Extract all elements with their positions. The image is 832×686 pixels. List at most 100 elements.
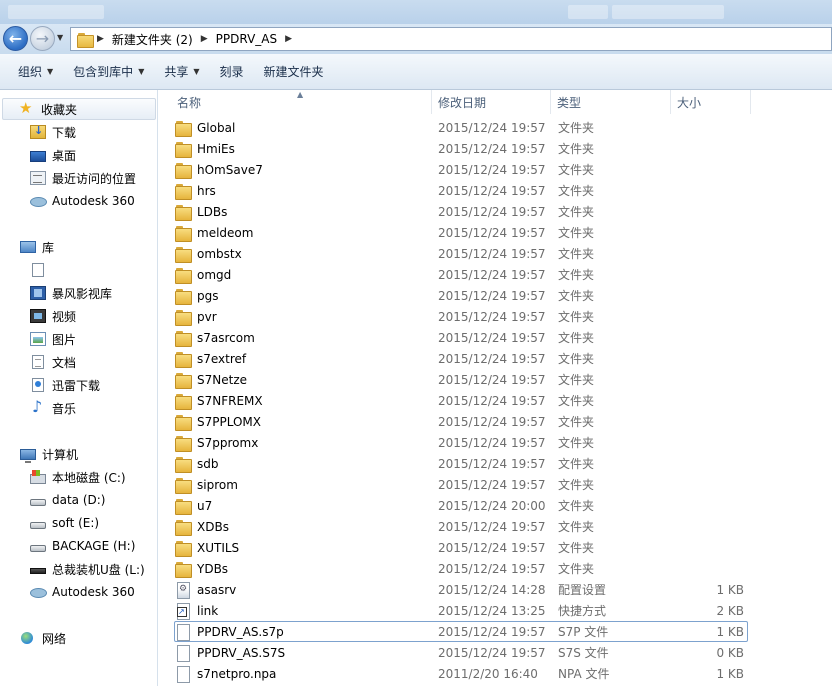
back-button[interactable]: ← bbox=[3, 26, 28, 51]
file-row[interactable]: s7extref 2015/12/24 19:57 文件夹 bbox=[159, 348, 832, 369]
file-name-cell[interactable]: siprom bbox=[175, 474, 430, 495]
share-menu[interactable]: 共享 ▼ bbox=[154, 59, 209, 85]
navigation-bar: ← → ▼ ▶ 新建文件夹 (2) ▶ PPDRV_AS ▶ bbox=[0, 24, 832, 54]
recent-pages-dropdown[interactable]: ▼ bbox=[57, 33, 67, 45]
file-row[interactable]: S7NFREMX 2015/12/24 19:57 文件夹 bbox=[159, 390, 832, 411]
sidebar-item-thunder-downloads[interactable]: 迅雷下载 bbox=[30, 374, 100, 396]
file-name-cell[interactable]: omgd bbox=[175, 264, 430, 285]
file-name-cell[interactable]: asasrv bbox=[175, 579, 430, 600]
sidebar-item-recent-places[interactable]: 最近访问的位置 bbox=[30, 167, 136, 189]
file-name-cell[interactable]: S7ppromx bbox=[175, 432, 430, 453]
file-row[interactable]: ombstx 2015/12/24 19:57 文件夹 bbox=[159, 243, 832, 264]
sidebar-item-drive-e[interactable]: soft (E:) bbox=[30, 512, 99, 534]
sidebar-item-pictures[interactable]: 图片 bbox=[30, 328, 76, 350]
file-name-cell[interactable]: meldeom bbox=[175, 222, 430, 243]
file-row[interactable]: LDBs 2015/12/24 19:57 文件夹 bbox=[159, 201, 832, 222]
include-in-library-menu[interactable]: 包含到库中 ▼ bbox=[63, 59, 154, 85]
file-name: PPDRV_AS.S7S bbox=[197, 645, 286, 660]
sidebar-item-downloads[interactable]: 下载 bbox=[30, 121, 76, 143]
sidebar-item-autodesk-360[interactable]: Autodesk 360 bbox=[30, 190, 135, 212]
sidebar-network-header[interactable]: 网络 bbox=[0, 627, 66, 649]
column-header-type[interactable]: 类型 bbox=[551, 90, 671, 114]
chevron-right-icon[interactable]: ▶ bbox=[199, 34, 210, 44]
sidebar-item-documents[interactable]: 文档 bbox=[30, 351, 76, 373]
chevron-right-icon[interactable]: ▶ bbox=[283, 34, 294, 44]
burn-button[interactable]: 刻录 bbox=[210, 59, 254, 85]
breadcrumb-parent[interactable]: 新建文件夹 (2) bbox=[106, 28, 199, 50]
file-row[interactable]: XDBs 2015/12/24 19:57 文件夹 bbox=[159, 516, 832, 537]
address-bar[interactable]: ▶ 新建文件夹 (2) ▶ PPDRV_AS ▶ bbox=[70, 27, 832, 51]
file-name-cell[interactable]: hOmSave7 bbox=[175, 159, 430, 180]
file-row[interactable]: PPDRV_AS.S7S 2015/12/24 19:57 S7S 文件 0 KB bbox=[159, 642, 832, 663]
file-row[interactable]: HmiEs 2015/12/24 19:57 文件夹 bbox=[159, 138, 832, 159]
sidebar-item-label: soft (E:) bbox=[52, 516, 100, 530]
file-type: 文件夹 bbox=[558, 163, 595, 177]
file-name-cell[interactable]: s7extref bbox=[175, 348, 430, 369]
forward-button[interactable]: → bbox=[30, 26, 55, 51]
file-row[interactable]: s7asrcom 2015/12/24 19:57 文件夹 bbox=[159, 327, 832, 348]
file-row[interactable]: asasrv 2015/12/24 14:28 配置设置 1 KB bbox=[159, 579, 832, 600]
file-name-cell[interactable]: XUTILS bbox=[175, 537, 430, 558]
file-name-cell[interactable]: LDBs bbox=[175, 201, 430, 222]
file-row[interactable]: meldeom 2015/12/24 19:57 文件夹 bbox=[159, 222, 832, 243]
sidebar-item-desktop[interactable]: 桌面 bbox=[30, 144, 76, 166]
file-row[interactable]: S7ppromx 2015/12/24 19:57 文件夹 bbox=[159, 432, 832, 453]
file-name-cell[interactable]: HmiEs bbox=[175, 138, 430, 159]
file-name-cell[interactable]: s7asrcom bbox=[175, 327, 430, 348]
file-row[interactable]: XUTILS 2015/12/24 19:57 文件夹 bbox=[159, 537, 832, 558]
sidebar-libraries-header[interactable]: 库 bbox=[0, 236, 54, 258]
file-row[interactable]: omgd 2015/12/24 19:57 文件夹 bbox=[159, 264, 832, 285]
file-row[interactable]: siprom 2015/12/24 19:57 文件夹 bbox=[159, 474, 832, 495]
file-name-cell[interactable]: S7PPLOMX bbox=[175, 411, 430, 432]
sidebar-item-autodesk-360-computer[interactable]: Autodesk 360 bbox=[30, 581, 135, 603]
organize-menu[interactable]: 组织 ▼ bbox=[8, 59, 63, 85]
address-folder-icon-crumb[interactable] bbox=[71, 28, 95, 50]
file-row[interactable]: hrs 2015/12/24 19:57 文件夹 bbox=[159, 180, 832, 201]
file-row[interactable]: S7PPLOMX 2015/12/24 19:57 文件夹 bbox=[159, 411, 832, 432]
file-name-cell[interactable]: link bbox=[175, 600, 430, 621]
file-row[interactable]: u7 2015/12/24 20:00 文件夹 bbox=[159, 495, 832, 516]
sidebar-item-drive-h[interactable]: BACKAGE (H:) bbox=[30, 535, 135, 557]
file-name-cell[interactable]: S7Netze bbox=[175, 369, 430, 390]
file-name-cell[interactable]: YDBs bbox=[175, 558, 430, 579]
file-row[interactable]: S7Netze 2015/12/24 19:57 文件夹 bbox=[159, 369, 832, 390]
sidebar-item-music[interactable]: 音乐 bbox=[30, 397, 76, 419]
file-name-cell[interactable]: PPDRV_AS.s7p bbox=[175, 621, 430, 642]
file-name-cell[interactable]: S7NFREMX bbox=[175, 390, 430, 411]
sidebar-item-baofeng-library[interactable]: 暴风影视库 bbox=[30, 282, 112, 304]
file-name-cell[interactable]: u7 bbox=[175, 495, 430, 516]
file-name-cell[interactable]: Global bbox=[175, 117, 430, 138]
file-name-cell[interactable]: pgs bbox=[175, 285, 430, 306]
column-header-size[interactable]: 大小 bbox=[671, 90, 751, 114]
file-name-cell[interactable]: PPDRV_AS.S7S bbox=[175, 642, 430, 663]
sidebar-favorites-header[interactable]: 收藏夹 bbox=[2, 98, 156, 120]
file-name-cell[interactable]: ombstx bbox=[175, 243, 430, 264]
file-name-cell[interactable]: sdb bbox=[175, 453, 430, 474]
sidebar-item-drive-d[interactable]: data (D:) bbox=[30, 489, 106, 511]
file-row[interactable]: hOmSave7 2015/12/24 19:57 文件夹 bbox=[159, 159, 832, 180]
file-row[interactable]: s7netpro.npa 2011/2/20 16:40 NPA 文件 1 KB bbox=[159, 663, 832, 684]
file-name-cell[interactable]: pvr bbox=[175, 306, 430, 327]
sidebar-computer-header[interactable]: 计算机 bbox=[0, 443, 78, 465]
file-row[interactable]: pvr 2015/12/24 19:57 文件夹 bbox=[159, 306, 832, 327]
file-name-cell[interactable]: hrs bbox=[175, 180, 430, 201]
file-row[interactable]: pgs 2015/12/24 19:57 文件夹 bbox=[159, 285, 832, 306]
sidebar-item-drive-c[interactable]: 本地磁盘 (C:) bbox=[30, 466, 126, 488]
file-date: 2015/12/24 19:57 bbox=[438, 372, 546, 387]
chevron-right-icon[interactable]: ▶ bbox=[95, 34, 106, 44]
breadcrumb-current[interactable]: PPDRV_AS bbox=[210, 28, 283, 50]
file-name-cell[interactable]: s7netpro.npa bbox=[175, 663, 430, 684]
caret-down-icon: ▼ bbox=[47, 67, 54, 76]
sidebar-item-library-unnamed[interactable] bbox=[30, 259, 52, 281]
file-row[interactable]: YDBs 2015/12/24 19:57 文件夹 bbox=[159, 558, 832, 579]
file-name-cell[interactable]: XDBs bbox=[175, 516, 430, 537]
sidebar-section-label: 收藏夹 bbox=[41, 102, 78, 117]
file-row[interactable]: sdb 2015/12/24 19:57 文件夹 bbox=[159, 453, 832, 474]
file-row[interactable]: link 2015/12/24 13:25 快捷方式 2 KB bbox=[159, 600, 832, 621]
column-header-date[interactable]: 修改日期 bbox=[432, 90, 551, 114]
file-row[interactable]: PPDRV_AS.s7p 2015/12/24 19:57 S7P 文件 1 KB bbox=[159, 621, 832, 642]
sidebar-item-drive-l[interactable]: 总裁装机U盘 (L:) bbox=[30, 558, 145, 580]
file-row[interactable]: Global 2015/12/24 19:57 文件夹 bbox=[159, 117, 832, 138]
sidebar-item-videos[interactable]: 视频 bbox=[30, 305, 76, 327]
new-folder-button[interactable]: 新建文件夹 bbox=[254, 59, 334, 85]
